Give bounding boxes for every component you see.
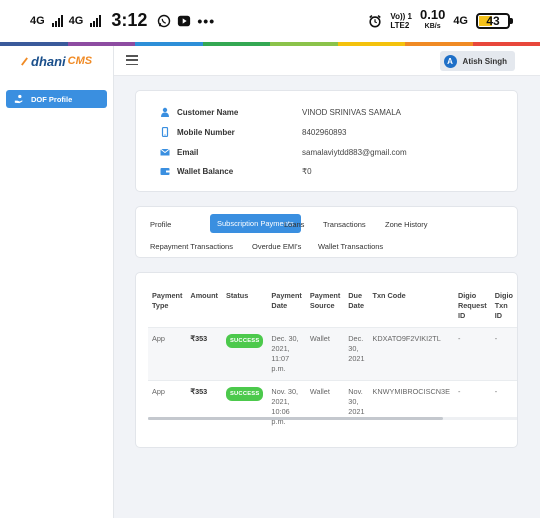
- column-header: Amount: [190, 291, 218, 300]
- tab-overdue-emis[interactable]: Overdue EMI's: [252, 242, 301, 251]
- tab-zone-history[interactable]: Zone History: [385, 220, 428, 229]
- column-header: Payment Source: [309, 291, 341, 310]
- volte-indicator: Vo)) 1 LTE2: [390, 12, 412, 30]
- sidebar-item-dof-profile[interactable]: DOF Profile: [6, 90, 107, 108]
- tab-profile[interactable]: Profile: [150, 220, 171, 229]
- brand-name: dhani: [31, 53, 66, 69]
- brand-logo[interactable]: dhani CMS: [0, 46, 114, 76]
- tab-repayment-transactions[interactable]: Repayment Transactions: [150, 242, 233, 251]
- top-bar: A Atish Singh: [114, 46, 540, 76]
- column-header: Status: [225, 291, 249, 300]
- battery-icon: 43: [476, 13, 513, 29]
- sidebar-item-label: DOF Profile: [31, 94, 73, 104]
- customer-name-row: Customer Name VINOD SRINIVAS SAMALA: [160, 107, 401, 117]
- tab-wallet-transactions[interactable]: Wallet Transactions: [318, 242, 383, 251]
- email-value: samalaviytdd883@gmail.com: [302, 147, 407, 157]
- signal-icon: [90, 14, 102, 27]
- network-type-2: 4G: [68, 14, 84, 27]
- tabs-card: Profile Subscription Payments Loans Tran…: [135, 206, 518, 258]
- sidebar: dhani CMS DOF Profile: [0, 46, 114, 518]
- network-type-3: 4G: [453, 15, 468, 27]
- subscription-payments-table: Payment Type Amount Status Payment Date …: [148, 287, 517, 433]
- tab-loans[interactable]: Loans: [284, 220, 304, 229]
- youtube-icon: [178, 15, 191, 26]
- mobile-number-value: 8402960893: [302, 127, 347, 137]
- tab-transactions[interactable]: Transactions: [323, 220, 366, 229]
- menu-toggle-icon[interactable]: [126, 55, 138, 65]
- column-header: Payment Date: [271, 291, 302, 310]
- column-header: Digio Request ID: [457, 291, 487, 320]
- hand-coin-icon: [14, 94, 23, 104]
- horizontal-scrollbar[interactable]: [148, 417, 443, 420]
- user-menu-button[interactable]: A Atish Singh: [439, 51, 515, 71]
- email-row: Email samalaviytdd883@gmail.com: [160, 147, 407, 157]
- alarm-icon: [369, 14, 382, 28]
- network-speed: 0.10 KB/s: [420, 7, 446, 30]
- column-header: Txn Code: [372, 291, 406, 300]
- avatar: A: [443, 54, 457, 68]
- wallet-icon: [160, 168, 170, 175]
- customer-name-value: VINOD SRINIVAS SAMALA: [302, 107, 401, 117]
- mobile-icon: [161, 127, 169, 137]
- brand-suffix: CMS: [67, 55, 93, 67]
- subscription-payments-card: Payment Type Amount Status Payment Date …: [135, 272, 518, 448]
- table-row: App ₹353 SUCCESS Nov. 30, 2021, 10:06 p.…: [148, 380, 517, 433]
- column-header: Payment Type: [152, 291, 183, 310]
- status-badge: SUCCESS: [225, 387, 264, 401]
- envelope-icon: [160, 148, 170, 156]
- table-header-row: Payment Type Amount Status Payment Date …: [148, 287, 517, 328]
- column-header: Digio Txn ID: [494, 291, 513, 320]
- mobile-number-row: Mobile Number 8402960893: [160, 127, 347, 137]
- wallet-balance-value: ₹0: [302, 166, 312, 176]
- status-bar: 4G 4G 3:12 ••• Vo)) 1 LTE2 0.10 KB/s 4G 43: [0, 0, 540, 42]
- user-icon: [161, 107, 169, 117]
- more-dots-icon: •••: [197, 12, 216, 29]
- status-badge: SUCCESS: [225, 334, 264, 348]
- whatsapp-icon: [158, 14, 171, 27]
- signal-icon: [51, 14, 63, 27]
- wallet-balance-row: Wallet Balance ₹0: [160, 166, 312, 176]
- customer-info-card: Customer Name VINOD SRINIVAS SAMALA Mobi…: [135, 90, 518, 192]
- table-row: App ₹353 SUCCESS Dec. 30, 2021, 11:07 p.…: [148, 327, 517, 381]
- network-type-1: 4G: [30, 14, 45, 27]
- column-header: Due Date: [348, 291, 365, 310]
- user-name: Atish Singh: [462, 56, 507, 66]
- clock-time: 3:12: [111, 10, 148, 30]
- brand-mark-icon: [21, 56, 28, 66]
